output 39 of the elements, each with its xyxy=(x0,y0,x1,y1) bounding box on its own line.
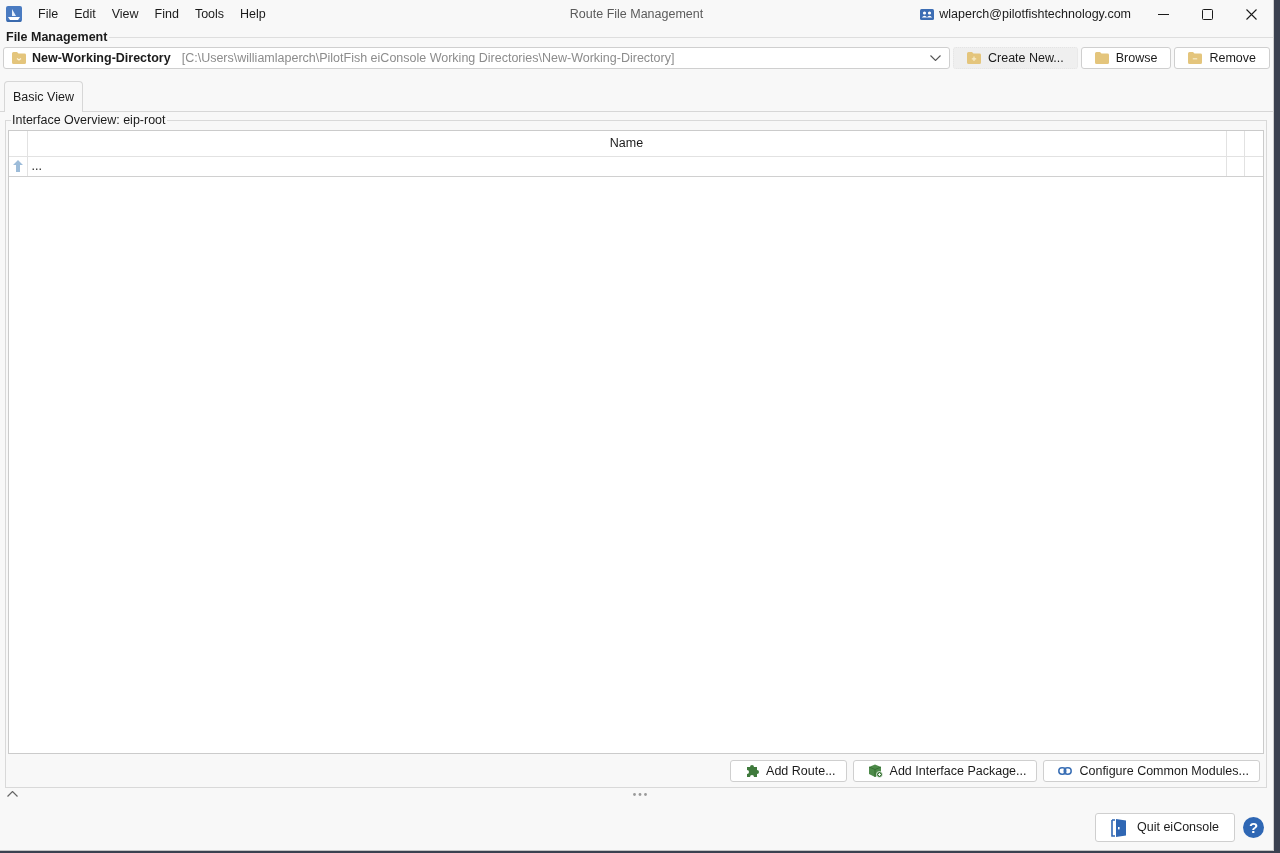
column-header[interactable]: Name xyxy=(27,131,1226,156)
box-icon xyxy=(867,764,883,778)
directory-dropdown[interactable]: New-Working-Directory [C:\Users\williamlaperch\PilotFish eiConsole Working Directories\New-Working-Directory] xyxy=(3,47,951,69)
drag-handle-icon[interactable] xyxy=(633,792,647,796)
quit-button[interactable]: Quit eiConsole xyxy=(1095,813,1235,842)
people-card-icon xyxy=(920,8,935,20)
close-icon[interactable] xyxy=(1245,8,1257,20)
menu-item[interactable]: Edit xyxy=(66,5,104,23)
toolbar-button[interactable]: Remove xyxy=(1174,47,1270,69)
action-button[interactable]: Add Route... xyxy=(730,760,847,782)
folder-minus-icon xyxy=(1188,52,1203,64)
group-title: Interface Overview: eip-root xyxy=(11,114,167,127)
section-title: File Management xyxy=(6,28,108,46)
menu-item[interactable]: View xyxy=(103,5,147,23)
puzzle-icon xyxy=(745,764,760,778)
folder-plus-icon xyxy=(967,52,982,64)
app-icon xyxy=(6,6,22,22)
door-icon xyxy=(1111,818,1127,837)
folder-icon xyxy=(1094,52,1109,64)
table-cell: ... xyxy=(27,156,1226,176)
menu-item[interactable]: File xyxy=(30,5,67,23)
action-button[interactable]: Configure Common Modules... xyxy=(1043,760,1260,782)
up-arrow-icon xyxy=(12,160,23,172)
action-button[interactable]: Add Interface Package... xyxy=(852,760,1038,782)
toolbar-button[interactable]: Create New... xyxy=(953,47,1078,69)
menu-item[interactable]: Help xyxy=(232,5,274,23)
window-title: Route File Management xyxy=(569,5,704,23)
minimize-icon[interactable] xyxy=(1157,13,1169,15)
link-icon xyxy=(1058,767,1073,775)
chevron-up-icon[interactable] xyxy=(7,791,18,797)
chevron-down-icon xyxy=(930,55,942,61)
account-email: wlaperch@pilotfishtechnology.com xyxy=(939,5,1131,23)
folder-icon xyxy=(12,52,26,64)
menu-item[interactable]: Tools xyxy=(186,5,233,23)
tab[interactable]: Basic View xyxy=(4,81,83,112)
help-button[interactable]: ? xyxy=(1243,817,1264,838)
maximize-icon[interactable] xyxy=(1201,8,1213,20)
menu-item[interactable]: Find xyxy=(146,5,187,23)
toolbar-button[interactable]: Browse xyxy=(1080,47,1172,69)
